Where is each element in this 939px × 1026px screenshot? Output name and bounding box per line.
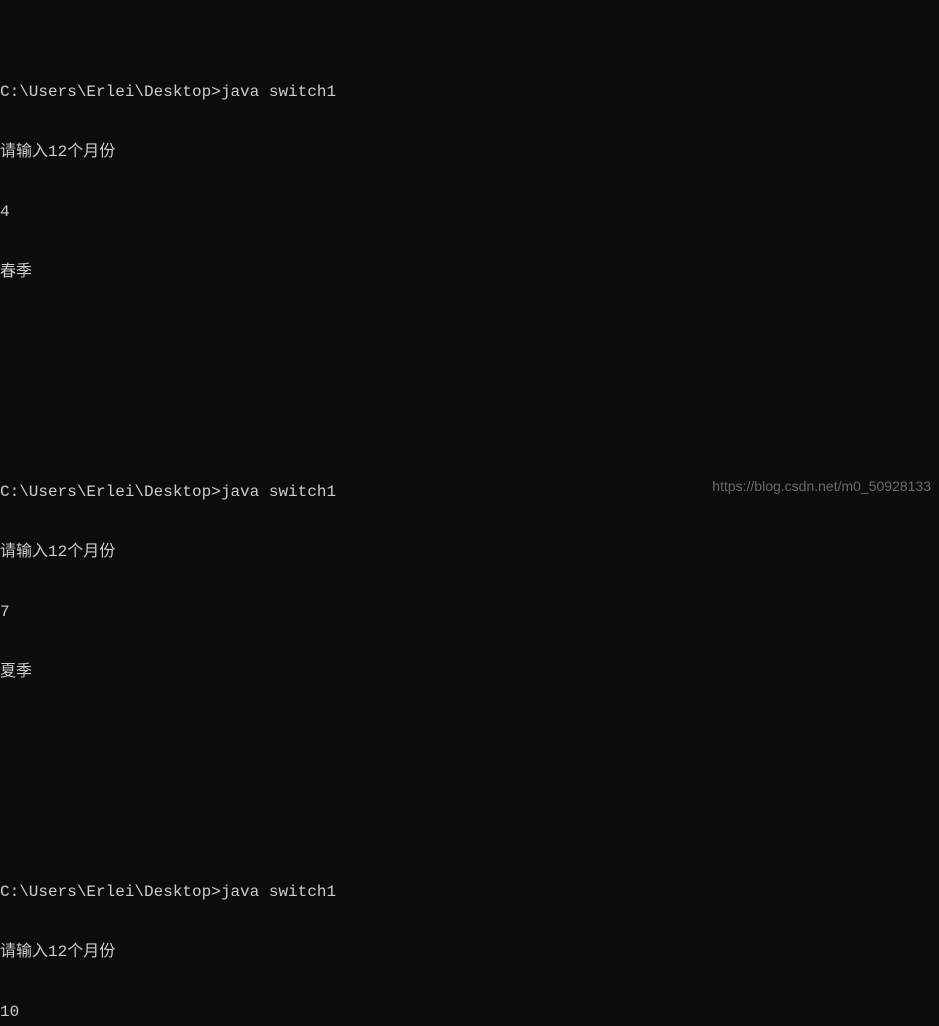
command-line: C:\Users\Erlei\Desktop>java switch1 (0, 82, 939, 102)
user-input: 7 (0, 602, 939, 622)
program-prompt: 请输入12个月份 (0, 542, 939, 562)
terminal-output[interactable]: C:\Users\Erlei\Desktop>java switch1 请输入1… (0, 2, 939, 1026)
watermark-text: https://blog.csdn.net/m0_50928133 (712, 478, 931, 496)
program-output: 春季 (0, 262, 939, 282)
prompt-path: C:\Users\Erlei\Desktop> (0, 83, 221, 101)
user-input: 10 (0, 1002, 939, 1022)
program-output: 夏季 (0, 662, 939, 682)
command-line: C:\Users\Erlei\Desktop>java switch1 (0, 882, 939, 902)
command-text: java switch1 (221, 83, 336, 101)
terminal-run-block: C:\Users\Erlei\Desktop>java switch1 请输入1… (0, 42, 939, 382)
user-input: 4 (0, 202, 939, 222)
blank-line (0, 722, 939, 742)
prompt-path: C:\Users\Erlei\Desktop> (0, 883, 221, 901)
command-text: java switch1 (221, 483, 336, 501)
program-prompt: 请输入12个月份 (0, 142, 939, 162)
program-prompt: 请输入12个月份 (0, 942, 939, 962)
prompt-path: C:\Users\Erlei\Desktop> (0, 483, 221, 501)
blank-line (0, 322, 939, 342)
command-text: java switch1 (221, 883, 336, 901)
terminal-run-block: C:\Users\Erlei\Desktop>java switch1 请输入1… (0, 842, 939, 1026)
